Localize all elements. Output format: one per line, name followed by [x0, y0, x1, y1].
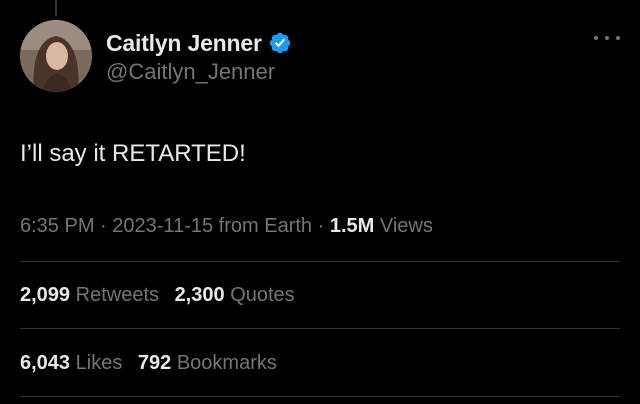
- tweet-meta: 6:35 PM · 2023-11-15 from Earth · 1.5M V…: [20, 212, 433, 240]
- quotes-stat[interactable]: 2,300 Quotes: [175, 281, 295, 309]
- likes-stat[interactable]: 6,043 Likes: [20, 349, 122, 377]
- likes-label: Likes: [75, 352, 123, 374]
- more-dot: [594, 36, 598, 40]
- retweets-stat[interactable]: 2,099 Retweets: [20, 281, 159, 309]
- meta-separator: ·: [100, 215, 107, 237]
- quotes-count: 2,300: [174, 284, 225, 306]
- author-name-row: Caitlyn Jenner: [106, 28, 292, 58]
- tweet-text: I’ll say it RETARTED!: [20, 140, 246, 167]
- divider: [20, 261, 620, 262]
- author-display-name[interactable]: Caitlyn Jenner: [106, 30, 262, 57]
- divider: [20, 328, 620, 329]
- avatar[interactable]: [20, 20, 92, 92]
- bookmarks-stat[interactable]: 792 Bookmarks: [138, 349, 277, 377]
- likes-count: 6,043: [20, 352, 71, 374]
- retweets-count: 2,099: [20, 284, 71, 306]
- more-dot: [616, 36, 620, 40]
- author-block: Caitlyn Jenner @Caitlyn_Jenner: [106, 28, 292, 86]
- quotes-label: Quotes: [230, 284, 295, 306]
- tweet-time[interactable]: 6:35 PM: [20, 215, 94, 237]
- stats-row-engagement: 2,099 Retweets 2,300 Quotes: [20, 281, 305, 309]
- more-options-icon[interactable]: [594, 32, 620, 44]
- bookmarks-label: Bookmarks: [176, 352, 277, 374]
- bookmarks-count: 792: [137, 352, 172, 374]
- retweets-label: Retweets: [75, 284, 159, 306]
- divider: [20, 396, 620, 397]
- meta-separator: ·: [317, 215, 325, 237]
- views-label: Views: [379, 215, 433, 237]
- more-dot: [605, 36, 609, 40]
- views-count: 1.5M: [329, 215, 375, 237]
- tweet-source: from Earth: [218, 215, 313, 237]
- stats-row-likes: 6,043 Likes 792 Bookmarks: [20, 349, 287, 377]
- avatar-image: [20, 20, 92, 92]
- verified-badge-icon[interactable]: [268, 31, 292, 55]
- author-handle[interactable]: @Caitlyn_Jenner: [106, 58, 292, 86]
- tweet-date[interactable]: 2023-11-15: [112, 215, 213, 237]
- thread-connector-line: [55, 0, 57, 16]
